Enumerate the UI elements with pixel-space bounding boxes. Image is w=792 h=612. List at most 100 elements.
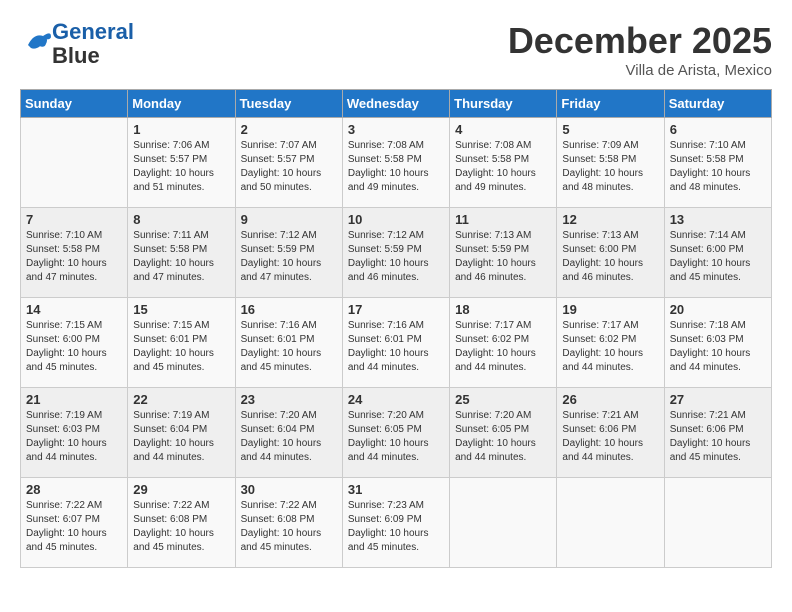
day-number: 12 [562, 212, 658, 227]
calendar-cell: 15 Sunrise: 7:15 AM Sunset: 6:01 PM Dayli… [128, 298, 235, 388]
weekday-header-thursday: Thursday [450, 90, 557, 118]
day-info: Sunrise: 7:14 AM Sunset: 6:00 PM Dayligh… [670, 229, 766, 285]
logo-icon [22, 27, 52, 57]
day-number: 16 [241, 302, 337, 317]
calendar-week-1: 1 Sunrise: 7:06 AM Sunset: 5:57 PM Daylig… [21, 118, 772, 208]
day-info: Sunrise: 7:19 AM Sunset: 6:04 PM Dayligh… [133, 409, 229, 465]
calendar-cell: 7 Sunrise: 7:10 AM Sunset: 5:58 PM Daylig… [21, 208, 128, 298]
calendar-table: SundayMondayTuesdayWednesdayThursdayFrid… [20, 89, 772, 568]
day-number: 19 [562, 302, 658, 317]
day-info: Sunrise: 7:18 AM Sunset: 6:03 PM Dayligh… [670, 319, 766, 375]
calendar-cell: 11 Sunrise: 7:13 AM Sunset: 5:59 PM Dayli… [450, 208, 557, 298]
calendar-week-4: 21Sunrise: 7:19 AM Sunset: 6:03 PM Dayli… [21, 388, 772, 478]
day-number: 22 [133, 392, 229, 407]
day-number: 6 [670, 122, 766, 137]
calendar-cell: 4 Sunrise: 7:08 AM Sunset: 5:58 PM Daylig… [450, 118, 557, 208]
calendar-cell: 12Sunrise: 7:13 AM Sunset: 6:00 PM Dayli… [557, 208, 664, 298]
calendar-cell: 26 Sunrise: 7:21 AM Sunset: 6:06 PM Dayli… [557, 388, 664, 478]
calendar-cell: 14 Sunrise: 7:15 AM Sunset: 6:00 PM Dayli… [21, 298, 128, 388]
day-number: 9 [241, 212, 337, 227]
calendar-cell: 23 Sunrise: 7:20 AM Sunset: 6:04 PM Dayli… [235, 388, 342, 478]
day-number: 21 [26, 392, 122, 407]
calendar-cell: 20 Sunrise: 7:18 AM Sunset: 6:03 PM Dayli… [664, 298, 771, 388]
day-info: Sunrise: 7:08 AM Sunset: 5:58 PM Dayligh… [455, 139, 551, 195]
day-number: 2 [241, 122, 337, 137]
calendar-cell: 27 Sunrise: 7:21 AM Sunset: 6:06 PM Dayli… [664, 388, 771, 478]
day-number: 3 [348, 122, 444, 137]
calendar-cell [557, 478, 664, 568]
day-info: Sunrise: 7:16 AM Sunset: 6:01 PM Dayligh… [348, 319, 444, 375]
calendar-cell: 21Sunrise: 7:19 AM Sunset: 6:03 PM Dayli… [21, 388, 128, 478]
day-info: Sunrise: 7:22 AM Sunset: 6:07 PM Dayligh… [26, 499, 122, 555]
day-number: 7 [26, 212, 122, 227]
day-number: 11 [455, 212, 551, 227]
calendar-cell [21, 118, 128, 208]
day-number: 1 [133, 122, 229, 137]
day-info: Sunrise: 7:15 AM Sunset: 6:01 PM Dayligh… [133, 319, 229, 375]
day-info: Sunrise: 7:07 AM Sunset: 5:57 PM Dayligh… [241, 139, 337, 195]
day-info: Sunrise: 7:17 AM Sunset: 6:02 PM Dayligh… [455, 319, 551, 375]
day-number: 31 [348, 482, 444, 497]
calendar-cell: 1 Sunrise: 7:06 AM Sunset: 5:57 PM Daylig… [128, 118, 235, 208]
calendar-cell: 13 Sunrise: 7:14 AM Sunset: 6:00 PM Dayli… [664, 208, 771, 298]
day-number: 8 [133, 212, 229, 227]
day-number: 20 [670, 302, 766, 317]
day-info: Sunrise: 7:11 AM Sunset: 5:58 PM Dayligh… [133, 229, 229, 285]
day-info: Sunrise: 7:22 AM Sunset: 6:08 PM Dayligh… [241, 499, 337, 555]
day-number: 25 [455, 392, 551, 407]
calendar-week-5: 28 Sunrise: 7:22 AM Sunset: 6:07 PM Dayli… [21, 478, 772, 568]
calendar-cell: 22 Sunrise: 7:19 AM Sunset: 6:04 PM Dayli… [128, 388, 235, 478]
logo-text: GeneralBlue [52, 20, 134, 68]
day-info: Sunrise: 7:17 AM Sunset: 6:02 PM Dayligh… [562, 319, 658, 375]
day-number: 10 [348, 212, 444, 227]
calendar-cell [664, 478, 771, 568]
day-info: Sunrise: 7:13 AM Sunset: 5:59 PM Dayligh… [455, 229, 551, 285]
calendar-cell: 31Sunrise: 7:23 AM Sunset: 6:09 PM Dayli… [342, 478, 449, 568]
day-number: 4 [455, 122, 551, 137]
logo: GeneralBlue [20, 20, 134, 68]
day-info: Sunrise: 7:21 AM Sunset: 6:06 PM Dayligh… [670, 409, 766, 465]
weekday-header-saturday: Saturday [664, 90, 771, 118]
calendar-body: 1 Sunrise: 7:06 AM Sunset: 5:57 PM Daylig… [21, 118, 772, 568]
day-number: 27 [670, 392, 766, 407]
calendar-cell: 3 Sunrise: 7:08 AM Sunset: 5:58 PM Daylig… [342, 118, 449, 208]
day-number: 26 [562, 392, 658, 407]
day-info: Sunrise: 7:16 AM Sunset: 6:01 PM Dayligh… [241, 319, 337, 375]
calendar-cell: 8 Sunrise: 7:11 AM Sunset: 5:58 PM Daylig… [128, 208, 235, 298]
day-info: Sunrise: 7:22 AM Sunset: 6:08 PM Dayligh… [133, 499, 229, 555]
weekday-header-friday: Friday [557, 90, 664, 118]
day-info: Sunrise: 7:10 AM Sunset: 5:58 PM Dayligh… [26, 229, 122, 285]
day-number: 17 [348, 302, 444, 317]
day-number: 28 [26, 482, 122, 497]
day-info: Sunrise: 7:12 AM Sunset: 5:59 PM Dayligh… [348, 229, 444, 285]
calendar-cell: 17 Sunrise: 7:16 AM Sunset: 6:01 PM Dayli… [342, 298, 449, 388]
day-number: 23 [241, 392, 337, 407]
day-info: Sunrise: 7:10 AM Sunset: 5:58 PM Dayligh… [670, 139, 766, 195]
page-header: GeneralBlue December 2025 Villa de Arist… [20, 20, 772, 79]
day-number: 5 [562, 122, 658, 137]
day-number: 13 [670, 212, 766, 227]
calendar-cell: 16 Sunrise: 7:16 AM Sunset: 6:01 PM Dayli… [235, 298, 342, 388]
day-info: Sunrise: 7:20 AM Sunset: 6:05 PM Dayligh… [455, 409, 551, 465]
calendar-cell: 24Sunrise: 7:20 AM Sunset: 6:05 PM Dayli… [342, 388, 449, 478]
calendar-cell: 30 Sunrise: 7:22 AM Sunset: 6:08 PM Dayli… [235, 478, 342, 568]
day-info: Sunrise: 7:08 AM Sunset: 5:58 PM Dayligh… [348, 139, 444, 195]
day-info: Sunrise: 7:06 AM Sunset: 5:57 PM Dayligh… [133, 139, 229, 195]
calendar-week-3: 14 Sunrise: 7:15 AM Sunset: 6:00 PM Dayli… [21, 298, 772, 388]
calendar-cell: 28 Sunrise: 7:22 AM Sunset: 6:07 PM Dayli… [21, 478, 128, 568]
day-number: 18 [455, 302, 551, 317]
day-number: 24 [348, 392, 444, 407]
day-number: 14 [26, 302, 122, 317]
calendar-cell: 19 Sunrise: 7:17 AM Sunset: 6:02 PM Dayli… [557, 298, 664, 388]
day-info: Sunrise: 7:20 AM Sunset: 6:04 PM Dayligh… [241, 409, 337, 465]
calendar-cell: 5Sunrise: 7:09 AM Sunset: 5:58 PM Daylig… [557, 118, 664, 208]
calendar-cell: 29Sunrise: 7:22 AM Sunset: 6:08 PM Dayli… [128, 478, 235, 568]
weekday-header-monday: Monday [128, 90, 235, 118]
day-info: Sunrise: 7:15 AM Sunset: 6:00 PM Dayligh… [26, 319, 122, 375]
calendar-cell: 18 Sunrise: 7:17 AM Sunset: 6:02 PM Dayli… [450, 298, 557, 388]
day-number: 15 [133, 302, 229, 317]
day-info: Sunrise: 7:21 AM Sunset: 6:06 PM Dayligh… [562, 409, 658, 465]
day-number: 30 [241, 482, 337, 497]
calendar-cell [450, 478, 557, 568]
calendar-week-2: 7 Sunrise: 7:10 AM Sunset: 5:58 PM Daylig… [21, 208, 772, 298]
